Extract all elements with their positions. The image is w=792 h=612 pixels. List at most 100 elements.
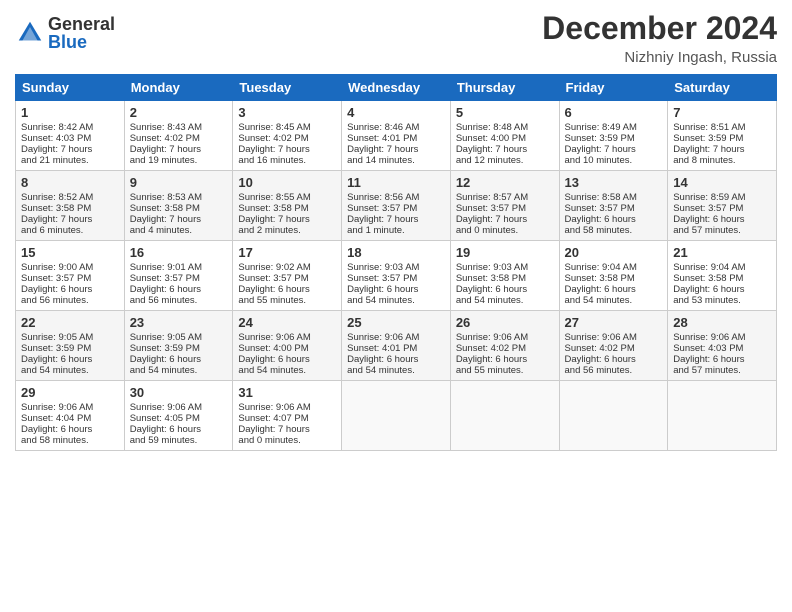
day-info: Sunrise: 8:52 AM [21, 192, 119, 203]
day-number: 5 [456, 105, 554, 120]
calendar-cell [450, 381, 559, 451]
day-info: Sunrise: 8:51 AM [673, 122, 771, 133]
day-info: and 53 minutes. [673, 295, 771, 306]
day-info: Daylight: 6 hours [673, 284, 771, 295]
calendar-cell: 20Sunrise: 9:04 AMSunset: 3:58 PMDayligh… [559, 241, 668, 311]
day-info: Sunrise: 8:59 AM [673, 192, 771, 203]
calendar-cell [342, 381, 451, 451]
day-number: 13 [565, 175, 663, 190]
day-info: Sunset: 3:59 PM [565, 133, 663, 144]
day-number: 23 [130, 315, 228, 330]
calendar-cell: 24Sunrise: 9:06 AMSunset: 4:00 PMDayligh… [233, 311, 342, 381]
day-number: 11 [347, 175, 445, 190]
day-info: and 58 minutes. [565, 225, 663, 236]
col-wednesday: Wednesday [342, 75, 451, 101]
day-info: and 57 minutes. [673, 365, 771, 376]
col-sunday: Sunday [16, 75, 125, 101]
day-info: Sunset: 4:01 PM [347, 133, 445, 144]
day-info: Sunset: 3:57 PM [238, 273, 336, 284]
day-info: and 10 minutes. [565, 155, 663, 166]
day-info: Sunrise: 8:53 AM [130, 192, 228, 203]
day-info: and 54 minutes. [21, 365, 119, 376]
day-info: Daylight: 7 hours [673, 144, 771, 155]
day-info: Daylight: 7 hours [238, 144, 336, 155]
day-info: Daylight: 6 hours [565, 284, 663, 295]
day-info: Sunrise: 8:45 AM [238, 122, 336, 133]
logo-blue-text: Blue [48, 33, 115, 51]
day-info: Sunset: 3:59 PM [21, 343, 119, 354]
calendar-cell: 13Sunrise: 8:58 AMSunset: 3:57 PMDayligh… [559, 171, 668, 241]
day-info: and 4 minutes. [130, 225, 228, 236]
day-info: Daylight: 7 hours [347, 144, 445, 155]
day-info: Sunrise: 8:55 AM [238, 192, 336, 203]
calendar-week-2: 8Sunrise: 8:52 AMSunset: 3:58 PMDaylight… [16, 171, 777, 241]
day-info: and 54 minutes. [238, 365, 336, 376]
calendar-week-1: 1 Sunrise: 8:42 AMSunset: 4:03 PM Daylight… [16, 101, 777, 171]
calendar-cell: 10Sunrise: 8:55 AMSunset: 3:58 PMDayligh… [233, 171, 342, 241]
day-info: Sunrise: 9:04 AM [565, 262, 663, 273]
day-info: Sunset: 3:59 PM [673, 133, 771, 144]
day-number: 6 [565, 105, 663, 120]
calendar-cell: 15Sunrise: 9:00 AMSunset: 3:57 PMDayligh… [16, 241, 125, 311]
logo-text: General Blue [48, 15, 115, 51]
day-info: Daylight: 7 hours [456, 214, 554, 225]
day-info: Daylight: 7 hours [130, 214, 228, 225]
day-number: 4 [347, 105, 445, 120]
day-info: and 56 minutes. [565, 365, 663, 376]
day-info: and 55 minutes. [456, 365, 554, 376]
day-number: 7 [673, 105, 771, 120]
calendar-cell: 4Sunrise: 8:46 AMSunset: 4:01 PMDaylight… [342, 101, 451, 171]
day-info: Sunset: 3:58 PM [238, 203, 336, 214]
day-number: 14 [673, 175, 771, 190]
day-info: and 21 minutes. [21, 155, 119, 166]
calendar-cell: 27Sunrise: 9:06 AMSunset: 4:02 PMDayligh… [559, 311, 668, 381]
day-info: Daylight: 6 hours [565, 214, 663, 225]
month-title: December 2024 [542, 10, 777, 47]
calendar-cell: 3 Sunrise: 8:45 AMSunset: 4:02 PMDaylight… [233, 101, 342, 171]
day-info: Sunrise: 8:49 AM [565, 122, 663, 133]
day-info: Sunrise: 8:43 AM [130, 122, 228, 133]
calendar-table: Sunday Monday Tuesday Wednesday Thursday… [15, 74, 777, 451]
day-info: and 58 minutes. [21, 435, 119, 446]
calendar-cell: 22Sunrise: 9:05 AMSunset: 3:59 PMDayligh… [16, 311, 125, 381]
day-info: Sunrise: 9:06 AM [238, 402, 336, 413]
day-number: 20 [565, 245, 663, 260]
day-number: 27 [565, 315, 663, 330]
day-info: and 54 minutes. [347, 365, 445, 376]
day-number: 15 [21, 245, 119, 260]
day-info: and 16 minutes. [238, 155, 336, 166]
day-info: Sunrise: 9:06 AM [130, 402, 228, 413]
day-info: Daylight: 6 hours [130, 424, 228, 435]
day-info: and 6 minutes. [21, 225, 119, 236]
calendar-cell: 26Sunrise: 9:06 AMSunset: 4:02 PMDayligh… [450, 311, 559, 381]
calendar-week-5: 29Sunrise: 9:06 AMSunset: 4:04 PMDayligh… [16, 381, 777, 451]
day-info: and 0 minutes. [456, 225, 554, 236]
day-number: 9 [130, 175, 228, 190]
day-info: Sunrise: 9:03 AM [456, 262, 554, 273]
day-info: Sunset: 4:04 PM [21, 413, 119, 424]
day-info: and 54 minutes. [347, 295, 445, 306]
day-number: 18 [347, 245, 445, 260]
day-info: and 56 minutes. [21, 295, 119, 306]
day-number: 12 [456, 175, 554, 190]
day-info: Daylight: 6 hours [347, 354, 445, 365]
day-info: Sunset: 4:02 PM [238, 133, 336, 144]
day-info: and 12 minutes. [456, 155, 554, 166]
calendar-cell: 30Sunrise: 9:06 AMSunset: 4:05 PMDayligh… [124, 381, 233, 451]
day-info: Daylight: 7 hours [456, 144, 554, 155]
day-info: Sunset: 3:59 PM [130, 343, 228, 354]
day-number: 3 [238, 105, 336, 120]
day-info: Sunset: 4:03 PM [21, 133, 119, 144]
calendar-cell: 19Sunrise: 9:03 AMSunset: 3:58 PMDayligh… [450, 241, 559, 311]
day-info: Daylight: 7 hours [21, 214, 119, 225]
day-info: Sunset: 3:58 PM [456, 273, 554, 284]
calendar-cell: 5Sunrise: 8:48 AMSunset: 4:00 PMDaylight… [450, 101, 559, 171]
day-info: Sunrise: 8:42 AM [21, 122, 119, 133]
calendar-cell: 11Sunrise: 8:56 AMSunset: 3:57 PMDayligh… [342, 171, 451, 241]
day-info: Sunrise: 8:58 AM [565, 192, 663, 203]
day-number: 19 [456, 245, 554, 260]
calendar-cell: 31Sunrise: 9:06 AMSunset: 4:07 PMDayligh… [233, 381, 342, 451]
day-info: Sunrise: 9:06 AM [21, 402, 119, 413]
title-block: December 2024 Nizhniy Ingash, Russia [542, 10, 777, 66]
day-number: 1 [21, 105, 119, 120]
